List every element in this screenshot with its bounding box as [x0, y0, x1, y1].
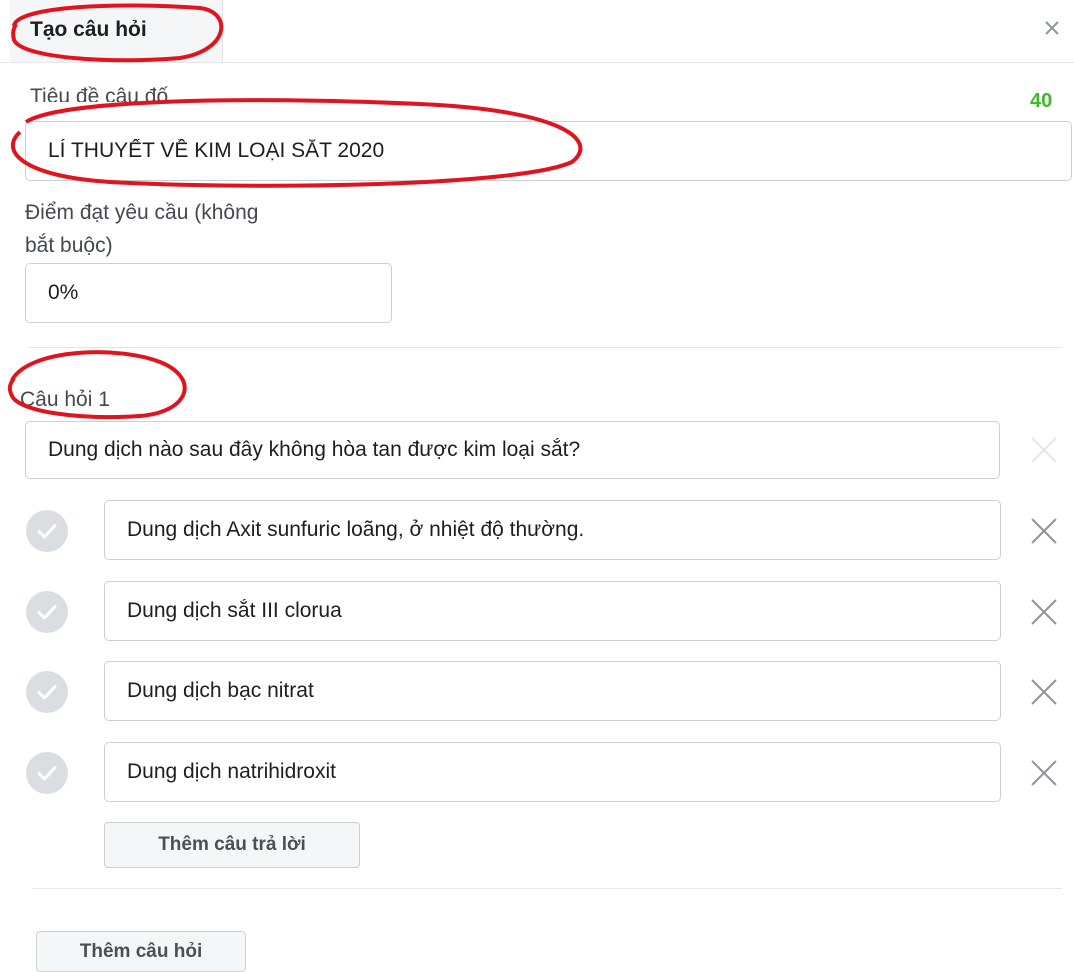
add-question-button[interactable]: Thêm câu hỏi: [36, 931, 246, 972]
passing-score-label-line1: Điểm đạt yêu cầu (không: [25, 201, 259, 224]
dialog-header: Tạo câu hỏi: [0, 0, 1074, 63]
passing-score-input[interactable]: [25, 263, 392, 323]
dialog-title: Tạo câu hỏi: [30, 18, 147, 41]
correct-answer-toggle-4[interactable]: [26, 752, 68, 794]
check-icon: [37, 605, 57, 620]
remove-answer-icon-1[interactable]: [1028, 515, 1060, 547]
add-answer-button[interactable]: Thêm câu trả lời: [104, 822, 360, 868]
check-icon: [37, 685, 57, 700]
remove-answer-icon-4[interactable]: [1028, 757, 1060, 789]
section-divider: [28, 347, 1062, 348]
correct-answer-toggle-1[interactable]: [26, 510, 68, 552]
correct-answer-toggle-2[interactable]: [26, 591, 68, 633]
remove-question-icon[interactable]: [1028, 434, 1060, 466]
quiz-title-input[interactable]: [25, 121, 1072, 181]
question-divider: [32, 888, 1062, 889]
answer-input-2[interactable]: [104, 581, 1001, 641]
quiz-title-label: Tiêu đề câu đố: [30, 85, 169, 102]
remove-answer-icon-3[interactable]: [1028, 676, 1060, 708]
close-icon[interactable]: [1040, 16, 1064, 40]
char-counter: 40: [1030, 90, 1053, 112]
answer-input-4[interactable]: [104, 742, 1001, 802]
check-icon: [37, 766, 57, 781]
check-icon: [37, 524, 57, 539]
passing-score-label-line2: bắt buộc): [25, 234, 113, 257]
question-text-input[interactable]: [25, 421, 1000, 479]
correct-answer-toggle-3[interactable]: [26, 671, 68, 713]
answer-input-3[interactable]: [104, 661, 1001, 721]
question-label: Câu hỏi 1: [20, 388, 110, 411]
remove-answer-icon-2[interactable]: [1028, 596, 1060, 628]
answer-input-1[interactable]: [104, 500, 1001, 560]
